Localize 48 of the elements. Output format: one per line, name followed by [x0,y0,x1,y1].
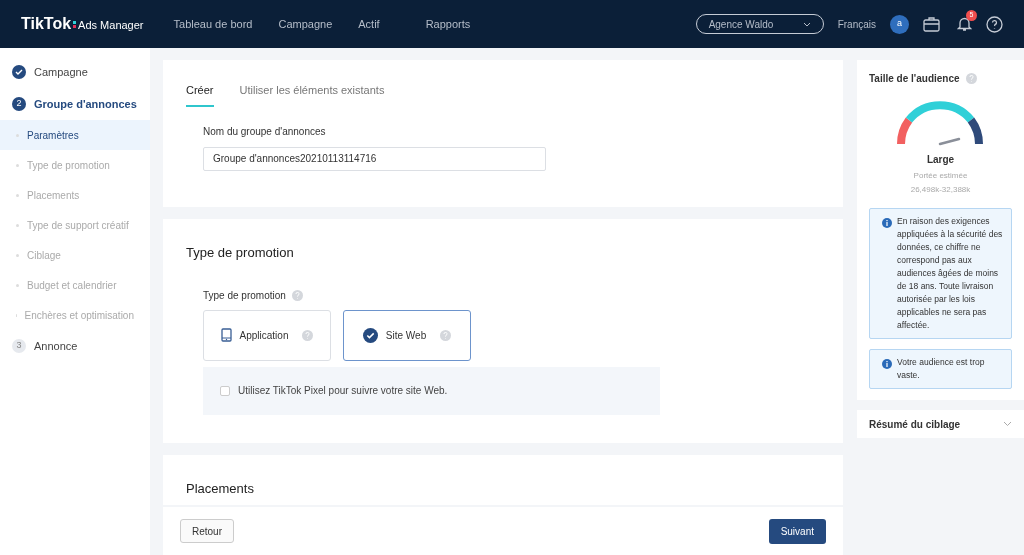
nav-link[interactable]: Tableau de bord [173,15,253,33]
help-icon [302,329,314,341]
next-button[interactable]: Suivant [768,518,826,544]
chevron-down-icon [1003,421,1012,427]
panel-title: Taille de l'audience [869,72,960,86]
section-title: Type de promotion [186,244,295,262]
help-icon[interactable] [986,15,1003,33]
checkbox[interactable] [220,385,230,396]
substep-item[interactable]: Paramètres [0,120,150,150]
notice-text: Votre audience est trop vaste. [897,356,986,382]
notice-text: En raison des exigences appliquées à la sécurité des données, ce chiffre ne correspond pas aux audiences âgées de moins de 18 ans. Toute livraison autorisée par les lois applicables ne sera pas affectée. [897,215,1004,332]
step-number: 3 [12,339,26,353]
step-item[interactable]: 2 Groupe d'annonces [0,88,150,120]
field-label: Nom du groupe d'annonces [203,124,327,139]
briefcase-icon[interactable] [923,16,940,32]
input-field[interactable]: Groupe d'annonces20210113114716 [203,146,546,171]
logo: TikTok Ads Manager [21,14,144,34]
help-icon [291,289,303,301]
option-card[interactable]: Site Web [343,309,471,361]
avatar[interactable]: a [890,14,909,34]
option-card[interactable]: Application [203,309,331,361]
check-circle-icon [12,65,26,79]
step-item[interactable]: Campagne [0,56,150,88]
logo-dots-icon [73,20,77,30]
checkbox-label: Utilisez TikTok Pixel pour suivre votre site Web. [238,384,448,398]
nav-link[interactable]: Actif [358,15,380,33]
help-icon [965,73,977,84]
reach-label: Portée estimée [913,170,968,182]
language-link[interactable]: Français [837,16,876,32]
audience-size: Large [926,153,955,167]
info-icon [882,359,892,369]
back-button[interactable]: Retour [180,519,234,543]
section-title: Placements [186,480,255,498]
tab[interactable]: Utiliser les éléments existants [239,82,385,107]
info-icon [882,218,892,228]
field-label: Type de promotion [203,288,286,303]
step-item[interactable]: 3 Annonce [0,330,150,362]
chevron-down-icon [802,21,811,27]
step-number: 2 [12,97,26,111]
bell-icon[interactable] [957,16,972,32]
reach-value: 26,498k-32,388k [910,184,971,196]
check-circle-icon [362,327,378,343]
nav-link[interactable]: Campagne [278,15,333,33]
nav-link[interactable]: Rapports [425,15,471,33]
help-icon [440,329,452,341]
tablet-icon [220,328,232,342]
summary-accordion[interactable]: Résumé du ciblage [857,410,1024,438]
tab[interactable]: Créer [186,82,214,107]
